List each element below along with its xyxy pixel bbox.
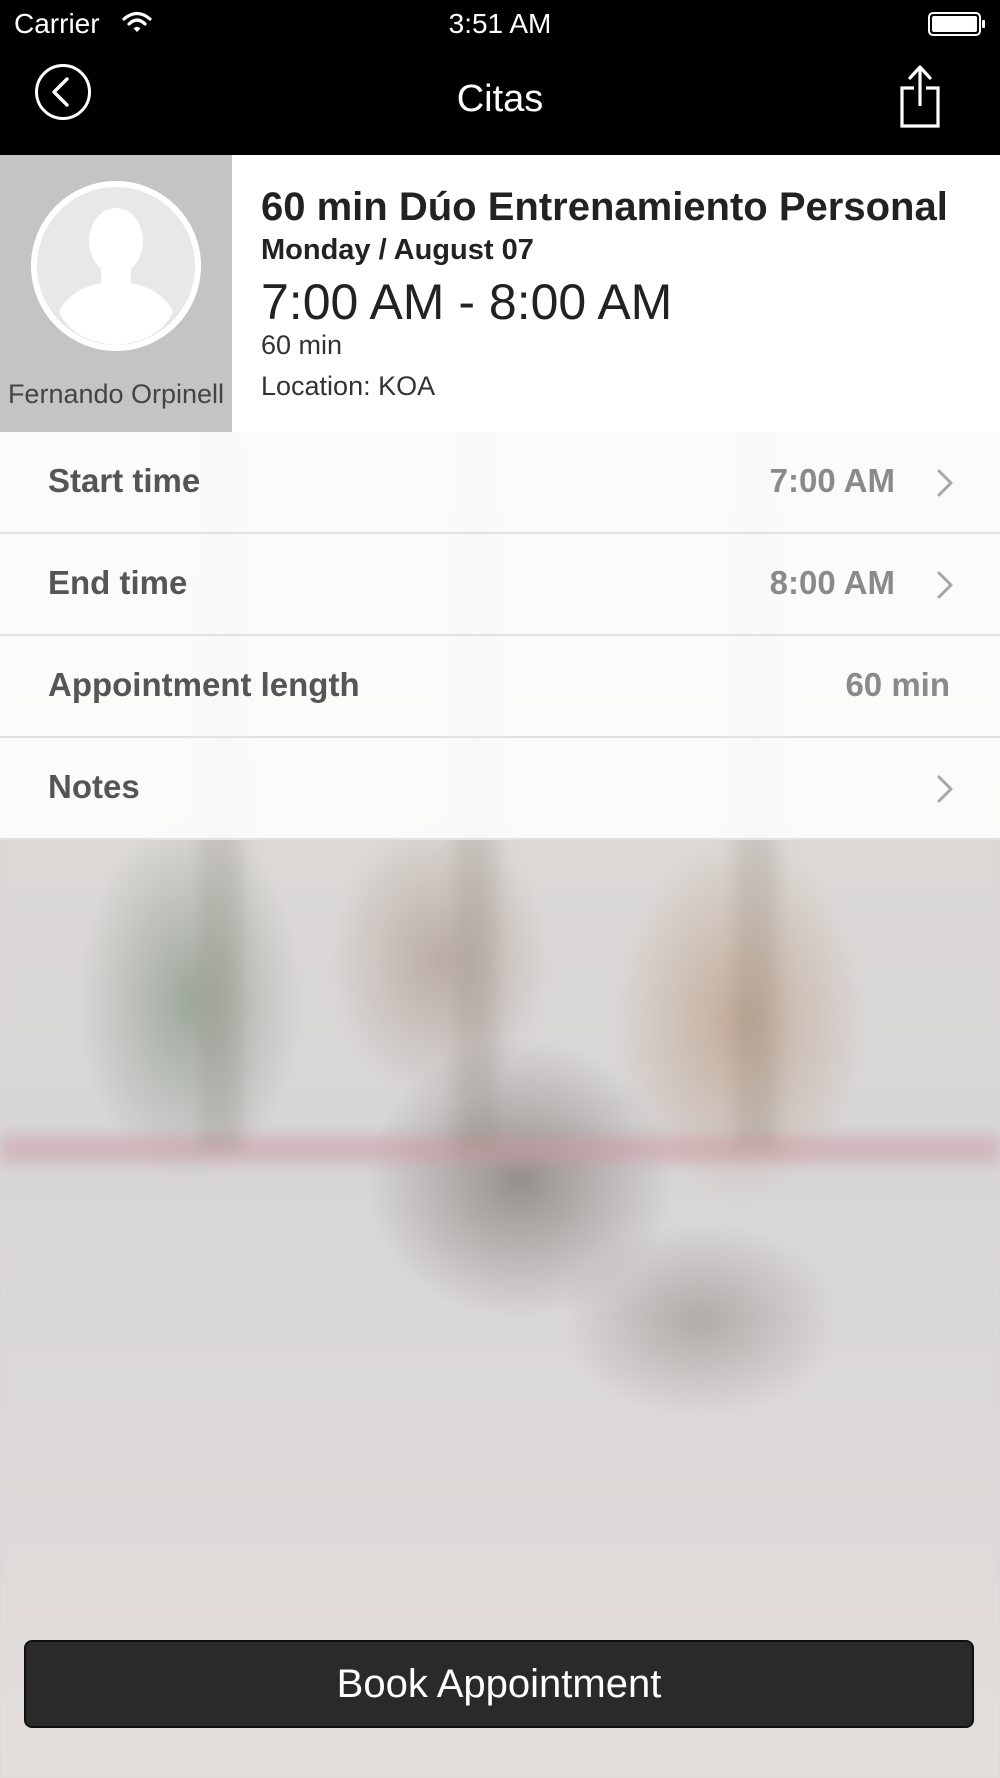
share-button[interactable] (898, 64, 942, 128)
person-silhouette-icon (31, 181, 201, 351)
appointment-time-range: 7:00 AM - 8:00 AM (261, 274, 673, 330)
status-bar: Carrier 3:51 AM (0, 0, 1000, 50)
end-time-row[interactable]: End time 8:00 AM (0, 534, 1000, 636)
chevron-right-icon (937, 775, 953, 803)
appointment-duration: 60 min (261, 330, 343, 360)
staff-panel: Fernando Orpinell (0, 155, 232, 432)
status-time: 3:51 AM (448, 8, 552, 39)
navigation-bar: Citas (0, 50, 1000, 155)
appointment-date: Monday / August 07 (261, 234, 534, 266)
row-value: 8:00 AM (769, 564, 895, 601)
row-label: End time (48, 564, 188, 601)
appointment-location: Location: KOA (261, 371, 436, 401)
page-title: Citas (456, 78, 544, 120)
start-time-row[interactable]: Start time 7:00 AM (0, 432, 1000, 534)
appointment-header: Fernando Orpinell 60 min Dúo Entrenamien… (0, 155, 1000, 432)
appointment-details-list: Start time 7:00 AM End time 8:00 AM Appo… (0, 432, 1000, 840)
avatar (31, 181, 201, 351)
chevron-right-icon (937, 469, 953, 497)
row-label: Notes (48, 768, 140, 805)
appointment-title: 60 min Dúo Entrenamiento Personal (261, 185, 948, 229)
staff-name: Fernando Orpinell (7, 379, 225, 409)
row-label: Start time (48, 462, 201, 499)
chevron-right-icon (937, 571, 953, 599)
battery-icon (928, 12, 985, 36)
row-value: 7:00 AM (769, 462, 895, 499)
notes-row[interactable]: Notes (0, 738, 1000, 840)
book-appointment-button[interactable]: Book Appointment (24, 1640, 974, 1728)
row-label: Appointment length (48, 666, 360, 703)
row-value: 60 min (845, 666, 950, 703)
appointment-length-row: Appointment length 60 min (0, 636, 1000, 738)
background-band (0, 1135, 1000, 1163)
